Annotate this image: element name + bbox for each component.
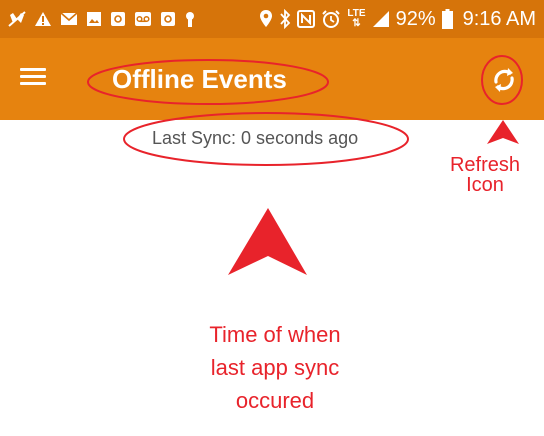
email-at-icon [111, 12, 125, 26]
status-bar: LTE ⇅ 92% 9:16 AM [0, 0, 544, 38]
last-sync-text: Last Sync: 0 seconds ago [152, 128, 359, 148]
system-status: LTE ⇅ 92% 9:16 AM [259, 0, 536, 38]
refresh-annotation-label: Refresh Icon [449, 154, 521, 196]
warning-icon [35, 12, 51, 26]
battery-percent: 92% [395, 8, 436, 30]
notification-icons [8, 9, 196, 29]
voicemail-icon [135, 12, 151, 26]
email-icon [60, 12, 78, 25]
refresh-annotation-arrow [487, 120, 519, 144]
refresh-button[interactable] [484, 60, 524, 100]
gallery-icon [87, 12, 101, 26]
nfc-icon [297, 10, 316, 28]
bluetooth-icon [280, 9, 291, 29]
sync-annotation-arrow [228, 208, 307, 275]
page-title: Offline Events [112, 64, 287, 94]
clock: 9:16 AM [462, 8, 536, 30]
keyhole-icon [186, 12, 194, 27]
menu-button[interactable] [20, 64, 50, 94]
vibrate-mute-icon [8, 11, 26, 27]
battery-icon [441, 9, 453, 29]
refresh-icon [494, 68, 514, 92]
app-toolbar: Offline Events [0, 38, 544, 120]
hamburger-menu-icon [20, 68, 46, 71]
signal-icon [372, 11, 389, 27]
email-at-icon-2 [161, 12, 175, 26]
alarm-icon [322, 10, 341, 28]
lte-indicator: LTE ⇅ [347, 8, 366, 29]
sync-annotation-label: Time of when last app sync occured [209, 322, 341, 413]
location-icon [260, 10, 273, 27]
